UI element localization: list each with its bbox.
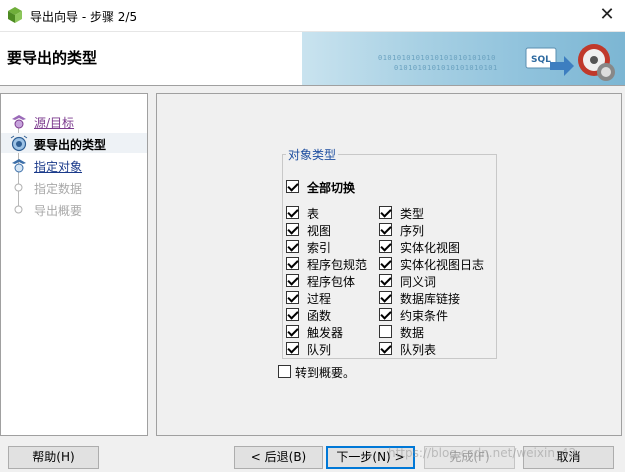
page-title: 要导出的类型 (7, 49, 98, 67)
object-type-checkbox[interactable] (379, 291, 392, 304)
banner-binary-text: 0101010101010101010101 (394, 64, 498, 72)
watermark-text: https://blog.csdn.net/weixin_42 (388, 446, 577, 460)
object-type-checkbox[interactable] (286, 206, 299, 219)
object-type-checkbox[interactable] (379, 342, 392, 355)
database-export-icon: SQL (525, 44, 615, 81)
step-pending-icon (14, 183, 23, 192)
object-type-label: 同义词 (400, 275, 437, 289)
goto-summary-label: 转到概要。 (295, 366, 356, 380)
object-type-checkbox[interactable] (286, 274, 299, 287)
object-type-label: 数据库链接 (400, 292, 461, 306)
object-type-checkbox[interactable] (286, 223, 299, 236)
object-type-label: 触发器 (307, 326, 344, 340)
title-bar: 导出向导 - 步骤 2/5 ✕ (0, 0, 625, 31)
step-label-export-summary: 导出概要 (34, 204, 83, 218)
object-type-label: 类型 (400, 207, 425, 221)
object-type-label: 函数 (307, 309, 332, 323)
object-type-checkbox[interactable] (286, 257, 299, 270)
step-specify-data: 指定数据 (1, 177, 147, 197)
object-type-label: 数据 (400, 326, 425, 340)
object-type-label: 程序包规范 (307, 258, 368, 272)
step-pending-icon (14, 205, 23, 214)
object-type-label: 过程 (307, 292, 332, 306)
toggle-all-checkbox[interactable] (286, 180, 299, 193)
object-types-group: 对象类型 全部切换 表视图索引程序包规范程序包体过程函数触发器队列 类型序列实体… (282, 146, 497, 359)
object-type-label: 队列表 (400, 343, 437, 357)
step-label-specify-objects[interactable]: 指定对象 (34, 158, 82, 175)
back-button[interactable]: < 后退(B) (234, 446, 323, 469)
steps-panel: 源/目标 要导出的类型 指定对象 指定数据 导出概要 (0, 93, 148, 436)
window-title: 导出向导 - 步骤 2/5 (30, 10, 138, 24)
object-type-label: 实体化视图日志 (400, 258, 485, 272)
object-type-checkbox[interactable] (286, 308, 299, 321)
object-type-checkbox[interactable] (379, 257, 392, 270)
object-type-checkbox[interactable] (286, 240, 299, 253)
content-panel: 对象类型 全部切换 表视图索引程序包规范程序包体过程函数触发器队列 类型序列实体… (156, 93, 622, 436)
banner-binary-text: 0101010101010101010101010 (378, 54, 496, 62)
object-type-label: 视图 (307, 224, 332, 238)
goto-summary-checkbox[interactable] (278, 365, 291, 378)
object-type-label: 程序包体 (307, 275, 356, 289)
header-banner: 0101010101010101010101010 01010101010101… (302, 32, 625, 85)
banner-sql-label: SQL (531, 55, 551, 65)
step-label-export-types: 要导出的类型 (34, 138, 107, 152)
object-type-label: 队列 (307, 343, 332, 357)
step-source-target[interactable]: 源/目标 (1, 111, 147, 131)
step-next-icon (12, 159, 26, 173)
wizard-body: 源/目标 要导出的类型 指定对象 指定数据 导出概要 对象类型 全部切换 表 视… (0, 85, 625, 472)
object-type-checkbox[interactable] (379, 206, 392, 219)
object-type-checkbox[interactable] (286, 325, 299, 338)
step-export-types: 要导出的类型 (1, 133, 147, 153)
object-type-label: 约束条件 (400, 309, 449, 323)
wizard-header: 要导出的类型 0101010101010101010101010 0101010… (0, 31, 625, 85)
help-button[interactable]: 帮助(H) (8, 446, 99, 469)
object-type-label: 实体化视图 (400, 241, 461, 255)
object-types-legend: 对象类型 (286, 146, 339, 163)
object-type-checkbox[interactable] (379, 223, 392, 236)
object-type-label: 索引 (307, 241, 332, 255)
export-wizard-icon (8, 7, 22, 23)
object-type-checkbox[interactable] (379, 308, 392, 321)
object-type-label: 表 (307, 207, 320, 221)
step-export-summary: 导出概要 (1, 199, 147, 219)
close-icon[interactable]: ✕ (596, 4, 618, 26)
step-label-source-target[interactable]: 源/目标 (34, 114, 74, 131)
object-type-checkbox[interactable] (379, 325, 392, 338)
toggle-all-label: 全部切换 (307, 181, 356, 195)
step-specify-objects[interactable]: 指定对象 (1, 155, 147, 175)
object-type-label: 序列 (400, 224, 425, 238)
step-current-icon (10, 135, 28, 152)
object-type-checkbox[interactable] (379, 240, 392, 253)
object-type-checkbox[interactable] (379, 274, 392, 287)
object-type-checkbox[interactable] (286, 342, 299, 355)
object-type-checkbox[interactable] (286, 291, 299, 304)
step-label-specify-data: 指定数据 (34, 182, 83, 196)
step-done-icon (12, 115, 26, 129)
